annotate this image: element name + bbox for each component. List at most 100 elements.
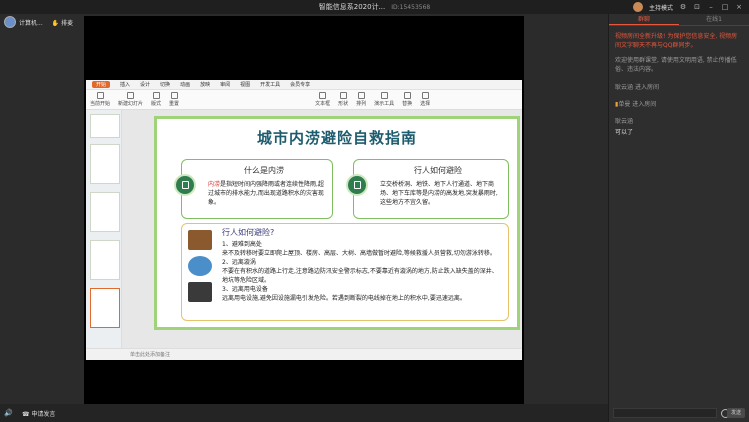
card-body-text: 是指短时间内强降雨或者连续性降雨,超过城市的排水能力,而出现道路积水的灾害现象。 <box>208 181 324 206</box>
ppt-tool[interactable]: 替换 <box>402 92 412 107</box>
title-bar: 智能信息系2020计... ID:15453568 主持模式 ⚙ ⊡ – □ × <box>0 0 749 14</box>
settings-icon[interactable]: ⚙ <box>679 3 687 11</box>
ppt-tool[interactable]: 排列 <box>356 92 366 107</box>
ppt-tool-label: 当前开始 <box>90 101 111 107</box>
list-item: 耿云涵 进入房间 <box>615 82 743 91</box>
slide-thumbnails <box>86 110 122 348</box>
ppt-menu-item[interactable]: 设计 <box>140 81 150 88</box>
ppt-menu-item[interactable]: 开发工具 <box>260 81 280 88</box>
slide-title: 城市内涝避险自救指南 <box>256 129 417 147</box>
ppt-tool[interactable]: 文本框 <box>315 92 330 107</box>
host-mode-label[interactable]: 主持模式 <box>649 3 673 12</box>
slide-thumbnail[interactable] <box>90 240 120 280</box>
slide-canvas: 城市内涝避险自救指南 什么是内涝 内涝是指短时间内强降雨或者连续性降雨,超过城市… <box>122 110 522 348</box>
message-list: 视频房间全新升级! 为保护您信息安全, 视频房间文字聊天不再与QQ群同步。 欢迎… <box>609 26 749 142</box>
raise-hand-label: 排麦 <box>61 19 74 27</box>
list-item: 不要在有积水的道路上行走,注意路边防汛安全警示标志,不要靠近有漩涡的地方,防止跌… <box>222 268 498 284</box>
title-bar-right: 主持模式 ⚙ ⊡ – □ × <box>632 2 743 12</box>
reset-icon <box>170 92 178 99</box>
host-avatar[interactable] <box>632 2 643 12</box>
ppt-tool-label: 替换 <box>402 101 413 107</box>
card-what-is-waterlogging: 什么是内涝 内涝是指短时间内强降雨或者连续性降雨,超过城市的排水能力,而出现道路… <box>174 159 333 219</box>
ppt-menu-item[interactable]: 放映 <box>200 81 210 88</box>
ppt-tool[interactable]: 选择 <box>420 92 430 107</box>
ppt-tool-label: 选择 <box>420 101 431 107</box>
maximize-icon[interactable]: □ <box>721 3 729 11</box>
ppt-menu-item[interactable]: 视图 <box>240 81 250 88</box>
ppt-menu-item[interactable]: 会员专享 <box>290 81 310 88</box>
card-body: 立交桥桥洞、地铁、地下人行通道、地下商场、地下车库等是内涝的高发地,突发暴雨时,… <box>380 181 498 206</box>
ppt-tool[interactable]: 当前开始 <box>90 92 110 107</box>
ppt-menu-item[interactable]: 开始 <box>92 81 111 88</box>
ppt-menubar: 开始 插入 设计 切换 动画 放映 审阅 视图 开发工具 会员专享 <box>86 80 522 90</box>
document-icon <box>346 174 368 196</box>
slide-thumbnail-active[interactable] <box>90 288 120 328</box>
raise-hand-icon: ✋ <box>51 19 60 27</box>
slide[interactable]: 城市内涝避险自救指南 什么是内涝 内涝是指短时间内强降雨或者连续性降雨,超过城市… <box>154 116 520 330</box>
card-heading: 行人如何避险 <box>414 166 462 175</box>
ppt-menu-item[interactable]: 动画 <box>180 81 190 88</box>
card-heading: 什么是内涝 <box>244 166 284 175</box>
tab-online[interactable]: 在线1 <box>679 14 749 25</box>
tab-group-chat[interactable]: 群聊 <box>609 14 679 25</box>
ppt-tool-label: 形状 <box>338 101 349 107</box>
ppt-notes-bar[interactable]: 单击此处添加备注 <box>86 348 522 360</box>
user-chip: 计算机... ✋ 排麦 <box>4 16 73 28</box>
ppt-tool[interactable]: 重置 <box>169 92 179 107</box>
ppt-window: 开始 插入 设计 切换 动画 放映 审阅 视图 开发工具 会员专享 当前开始 新… <box>86 80 522 360</box>
ppt-menu-item[interactable]: 切换 <box>160 81 170 88</box>
message-user[interactable]: 耿云涵 <box>615 116 743 125</box>
layout-icon <box>152 92 160 99</box>
minimize-icon[interactable]: – <box>707 3 715 11</box>
highlight-text: 内涝 <box>208 181 221 188</box>
avatar[interactable] <box>4 16 16 28</box>
list-item: 远离用电设施,避免因设施漏电引发危险。若遇到断裂的电线掉在地上的积水中,要迅速远… <box>222 295 466 302</box>
select-icon <box>421 92 429 99</box>
ppt-tool[interactable]: 新建幻灯片 <box>118 92 143 107</box>
ppt-tool-label: 演示工具 <box>374 101 395 107</box>
window-title-text: 智能信息系2020计... <box>318 3 386 11</box>
message-enter: 进入房间 <box>634 84 659 91</box>
user-name[interactable]: 计算机... <box>19 18 43 27</box>
ppt-tool-label: 重置 <box>169 101 180 107</box>
message-user[interactable]: 单曼 <box>618 101 630 108</box>
house-illustration-icon <box>188 230 212 250</box>
list-item: 2、远离漩涡 <box>222 259 256 266</box>
notice-message: 欢迎使用群课堂, 请使用文明用语, 禁止传播低俗、违法内容。 <box>615 57 737 73</box>
close-icon[interactable]: × <box>735 3 743 11</box>
ppt-tool[interactable]: 演示工具 <box>374 92 394 107</box>
slide-thumbnail[interactable] <box>90 144 120 184</box>
pin-icon[interactable]: ⊡ <box>693 3 701 11</box>
present-tool-icon <box>380 92 388 99</box>
chat-input[interactable] <box>613 408 717 418</box>
ppt-tool-label: 文本框 <box>315 101 331 107</box>
ppt-tool[interactable]: 形状 <box>338 92 348 107</box>
ppt-tool[interactable]: 版式 <box>151 92 161 107</box>
card-heading: 行人如何避险? <box>222 228 275 237</box>
card-how-to-avoid: 行人如何避险? 1、避难到高处 来不及转移时要立即爬上屋顶、楼房、高层、大树、高… <box>181 223 509 321</box>
list-item: 3、远离用电设备 <box>222 286 268 293</box>
list-item: 1、避难到高处 <box>222 241 262 248</box>
message-enter: 进入房间 <box>632 101 657 108</box>
system-message: 视频房间全新升级! 为保护您信息安全, 视频房间文字聊天不再与QQ群同步。 <box>615 33 738 49</box>
new-slide-icon <box>127 92 135 99</box>
raise-hand-button[interactable]: ✋ 排麦 <box>52 18 73 27</box>
slide-thumbnail[interactable] <box>90 192 120 232</box>
textbox-icon <box>319 92 327 99</box>
chat-panel: 群聊 在线1 视频房间全新升级! 为保护您信息安全, 视频房间文字聊天不再与QQ… <box>608 14 749 422</box>
send-button[interactable]: 发送 <box>727 408 745 418</box>
apply-speak-button[interactable]: ☎ 申请发言 <box>22 409 55 418</box>
replace-icon <box>403 92 411 99</box>
ppt-toolbar: 当前开始 新建幻灯片 版式 重置 文本框 形状 排列 演示工具 替换 选择 <box>86 90 522 110</box>
card-body: 内涝是指短时间内强降雨或者连续性降雨,超过城市的排水能力,而出现道路积水的灾害现… <box>182 176 332 207</box>
list-item: ▮单曼 进入房间 <box>615 99 743 108</box>
ppt-tool-label: 新建幻灯片 <box>118 101 144 107</box>
message-user[interactable]: 耿云涵 <box>615 84 633 91</box>
ppt-menu-item[interactable]: 插入 <box>120 81 130 88</box>
ppt-tool-label: 版式 <box>151 101 162 107</box>
slide-thumbnail[interactable] <box>90 114 120 138</box>
speaker-icon[interactable]: 🔊 <box>4 409 13 417</box>
ppt-menu-item[interactable]: 审阅 <box>220 81 230 88</box>
whirlpool-illustration-icon <box>188 256 212 276</box>
book-icon <box>174 174 196 196</box>
